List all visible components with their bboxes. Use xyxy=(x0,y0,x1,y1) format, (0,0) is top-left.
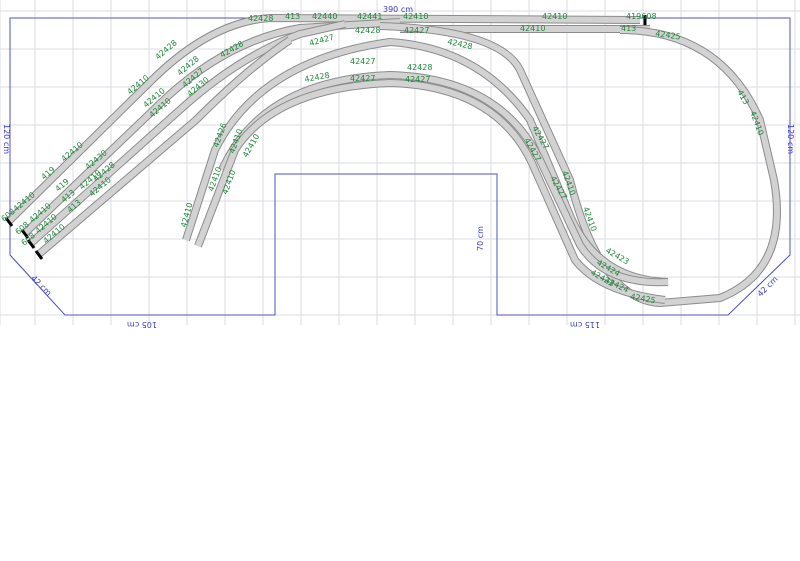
track-label: 42440 xyxy=(312,12,337,21)
track-label: 42428 xyxy=(248,14,273,23)
dim-bottom-right: 115 cm xyxy=(570,320,600,329)
track-label: 42428 xyxy=(407,63,432,72)
track-labels: 42428 413 42440 42441 42410 42410 419608… xyxy=(0,12,765,305)
track-label: 42410 xyxy=(542,12,567,21)
dim-right: 120 cm xyxy=(786,124,795,154)
track-label: 42428 xyxy=(355,26,380,35)
dim-bottom-left: 105 cm xyxy=(127,320,157,329)
track-label: 419608 xyxy=(626,12,657,21)
track-label: 42427 xyxy=(350,74,375,83)
track-label: 42425 xyxy=(655,29,681,41)
track-label: 42427 xyxy=(404,26,429,35)
dim-corner-right: 42 cm xyxy=(756,274,780,298)
room-outline xyxy=(9,17,791,316)
track-label: 42441 xyxy=(357,12,382,21)
track-plan-canvas: 390 cm 120 cm 120 cm 105 cm 115 cm 70 cm… xyxy=(0,0,800,329)
track-label: 42410 xyxy=(520,24,545,33)
track-label: 42427 xyxy=(405,75,430,84)
track-label: 413 xyxy=(285,12,300,21)
dim-inner: 70 cm xyxy=(476,226,485,251)
track-label: 42427 xyxy=(350,57,375,66)
track-label: 413 xyxy=(621,24,636,33)
tracks xyxy=(4,14,781,307)
dim-left: 120 cm xyxy=(2,124,11,154)
track-label: 42410 xyxy=(403,12,428,21)
